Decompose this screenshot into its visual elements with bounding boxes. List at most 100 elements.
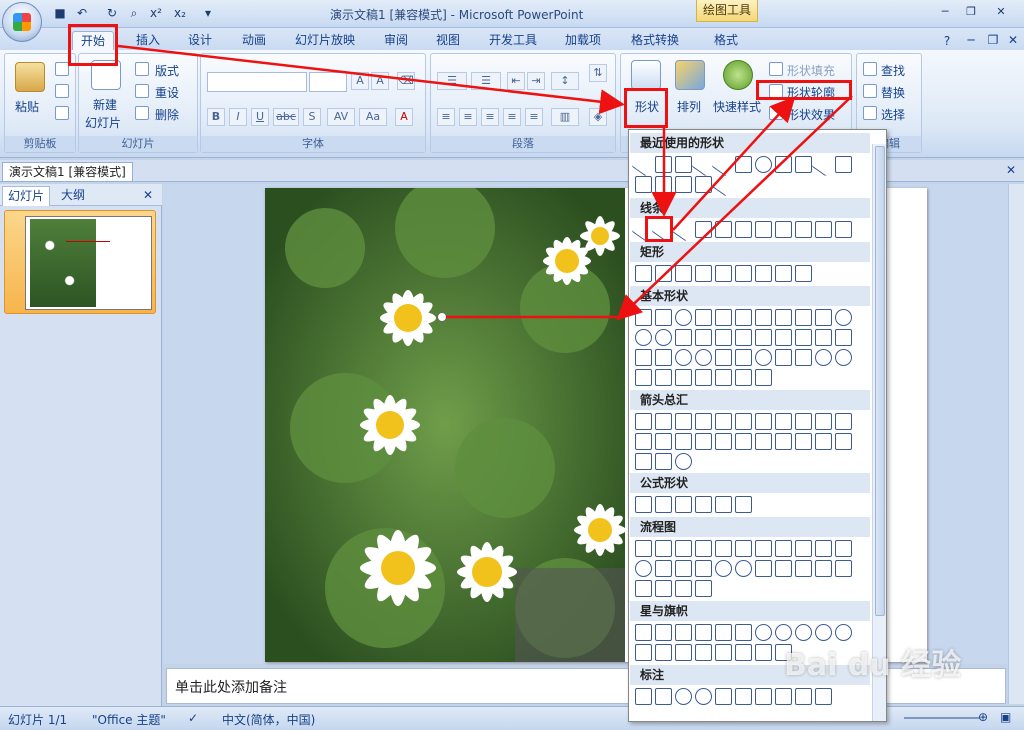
smiley-shape[interactable]: [755, 349, 772, 366]
shape-item[interactable]: [655, 329, 672, 346]
shape-item[interactable]: [795, 540, 812, 557]
justify-icon[interactable]: ≡: [503, 108, 521, 126]
shape-item[interactable]: [715, 433, 732, 450]
shape-item[interactable]: [835, 329, 852, 346]
tab-developer[interactable]: 开发工具: [482, 31, 544, 50]
shape-item[interactable]: [795, 156, 812, 173]
minus-shape[interactable]: [655, 496, 672, 513]
shape-item[interactable]: [675, 349, 692, 366]
shape-item[interactable]: [795, 413, 812, 430]
shape-item[interactable]: [675, 580, 692, 597]
shape-item[interactable]: [755, 560, 772, 577]
shape-item[interactable]: [675, 329, 692, 346]
doc-tab-close-icon[interactable]: ✕: [1006, 163, 1016, 177]
shape-item[interactable]: [835, 540, 852, 557]
shape-item[interactable]: [795, 560, 812, 577]
tab-design[interactable]: 设计: [180, 31, 220, 50]
zoom-slider[interactable]: [904, 717, 980, 719]
tab-outline[interactable]: 大纲: [56, 186, 90, 206]
shape-item[interactable]: [811, 152, 836, 177]
star-shape[interactable]: [775, 624, 792, 641]
scribble-shape[interactable]: [835, 221, 852, 238]
shape-item[interactable]: [735, 540, 752, 557]
callout-shape[interactable]: [815, 688, 832, 705]
star-shape[interactable]: [715, 624, 732, 641]
shape-item[interactable]: [655, 580, 672, 597]
save-icon[interactable]: ■: [52, 5, 68, 21]
ribbon-minimize-icon[interactable]: ─: [962, 31, 980, 50]
shape-item[interactable]: [775, 309, 792, 326]
banner-shape[interactable]: [635, 644, 652, 661]
text-direction-icon[interactable]: ⇅: [589, 64, 607, 82]
font-name-combo[interactable]: [207, 72, 307, 92]
shape-item[interactable]: [675, 624, 692, 641]
doc-close-icon[interactable]: ✕: [1004, 31, 1022, 50]
shape-item[interactable]: [655, 265, 672, 282]
shape-item[interactable]: [635, 349, 652, 366]
fit-window-icon[interactable]: ▣: [1000, 710, 1011, 724]
shape-item[interactable]: [635, 369, 652, 386]
shape-item[interactable]: [695, 433, 712, 450]
star-shape[interactable]: [835, 624, 852, 641]
shadow-icon[interactable]: S: [303, 108, 321, 126]
print-preview-icon[interactable]: ⌕: [126, 5, 142, 21]
curve-shape[interactable]: [755, 221, 772, 238]
shape-item[interactable]: [655, 369, 672, 386]
redo-icon[interactable]: ↻: [104, 5, 120, 21]
shape-item[interactable]: [711, 152, 736, 177]
shape-item[interactable]: [675, 433, 692, 450]
shape-item[interactable]: [675, 453, 692, 470]
shape-item[interactable]: [815, 560, 832, 577]
shape-item[interactable]: [695, 265, 712, 282]
shape-item[interactable]: [695, 540, 712, 557]
shape-item[interactable]: [715, 369, 732, 386]
equal-shape[interactable]: [715, 496, 732, 513]
banner-shape[interactable]: [755, 644, 772, 661]
shape-item[interactable]: [775, 265, 792, 282]
pane-close-icon[interactable]: ✕: [138, 186, 158, 206]
shape-item[interactable]: [715, 329, 732, 346]
shape-item[interactable]: [755, 309, 772, 326]
shape-item[interactable]: [735, 433, 752, 450]
shape-item[interactable]: [655, 624, 672, 641]
paste-icon[interactable]: [15, 62, 45, 92]
font-color-icon[interactable]: A: [395, 108, 413, 126]
undo-icon[interactable]: ↶: [74, 5, 90, 21]
banner-shape[interactable]: [655, 644, 672, 661]
shape-fill-icon[interactable]: [769, 62, 783, 76]
shape-item[interactable]: [755, 329, 772, 346]
shape-item[interactable]: [675, 369, 692, 386]
shape-item[interactable]: [835, 560, 852, 577]
clear-format-icon[interactable]: ⌫: [397, 72, 415, 90]
shape-item[interactable]: [635, 433, 652, 450]
shape-item[interactable]: [795, 329, 812, 346]
align-right-icon[interactable]: ≡: [481, 108, 499, 126]
shape-item[interactable]: [655, 413, 672, 430]
change-case-icon[interactable]: Aa: [359, 108, 387, 126]
shape-item[interactable]: [795, 265, 812, 282]
shape-item[interactable]: [775, 560, 792, 577]
shape-item[interactable]: [655, 176, 672, 193]
bullets-icon[interactable]: ☰: [437, 72, 467, 90]
shape-item[interactable]: [655, 453, 672, 470]
shape-item[interactable]: [735, 329, 752, 346]
shape-item[interactable]: [815, 413, 832, 430]
banner-shape[interactable]: [715, 644, 732, 661]
shape-item[interactable]: [815, 540, 832, 557]
multiply-shape[interactable]: [675, 496, 692, 513]
tab-slides[interactable]: 幻灯片: [2, 186, 51, 206]
callout-shape[interactable]: [775, 688, 792, 705]
shape-item[interactable]: [755, 156, 772, 173]
document-tab[interactable]: 演示文稿1 [兼容模式]: [2, 162, 133, 182]
shape-item[interactable]: [635, 624, 652, 641]
shape-item[interactable]: [635, 176, 652, 193]
gallery-scroll-thumb[interactable]: [875, 146, 885, 616]
slide-thumbnail[interactable]: [25, 216, 152, 310]
find-icon[interactable]: [863, 62, 877, 76]
increase-indent-icon[interactable]: ⇥: [527, 72, 545, 90]
vertical-scrollbar[interactable]: [1008, 184, 1024, 704]
shape-item[interactable]: [655, 156, 672, 173]
star-shape[interactable]: [695, 624, 712, 641]
shape-item[interactable]: [775, 156, 792, 173]
quick-styles-button[interactable]: 快速样式: [713, 98, 761, 115]
